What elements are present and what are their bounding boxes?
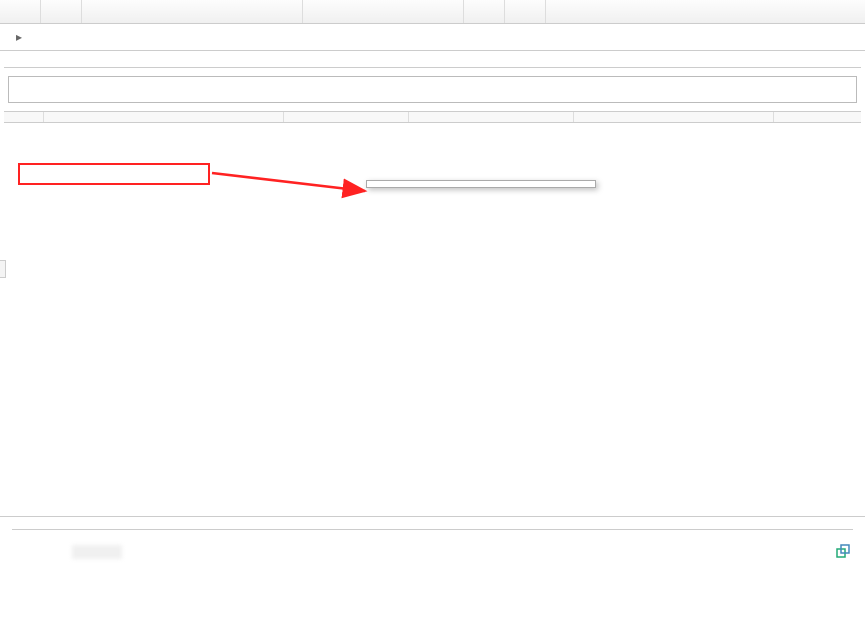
table-header bbox=[4, 111, 861, 123]
chevron-right-icon: ▸ bbox=[16, 30, 22, 44]
detail-name-value bbox=[72, 544, 124, 559]
detail-name-label bbox=[12, 544, 72, 559]
ribbon-search[interactable] bbox=[0, 0, 41, 23]
task-sequence-table bbox=[4, 111, 861, 123]
search-input[interactable] bbox=[8, 76, 857, 103]
side-collapse-handle[interactable] bbox=[0, 260, 6, 278]
col-desc[interactable] bbox=[284, 112, 409, 122]
ribbon-task-sequence[interactable] bbox=[41, 0, 82, 23]
detail-panel bbox=[0, 516, 865, 632]
ribbon-bar bbox=[0, 0, 865, 24]
ribbon-deploy[interactable] bbox=[262, 0, 303, 23]
col-date[interactable] bbox=[574, 112, 774, 122]
ribbon-properties[interactable] bbox=[505, 0, 546, 23]
link-icon bbox=[836, 544, 850, 558]
related-link[interactable] bbox=[836, 544, 853, 558]
col-icon[interactable] bbox=[4, 112, 44, 122]
list-search[interactable] bbox=[8, 76, 857, 103]
ribbon-move[interactable] bbox=[423, 0, 464, 23]
ribbon-category[interactable] bbox=[464, 0, 505, 23]
annotation-red-box bbox=[18, 163, 210, 185]
annotation-arrow bbox=[210, 163, 380, 203]
col-name[interactable] bbox=[44, 112, 284, 122]
col-pkg[interactable] bbox=[409, 112, 574, 122]
context-menu bbox=[366, 180, 596, 188]
breadcrumb: ▸ bbox=[0, 24, 865, 51]
